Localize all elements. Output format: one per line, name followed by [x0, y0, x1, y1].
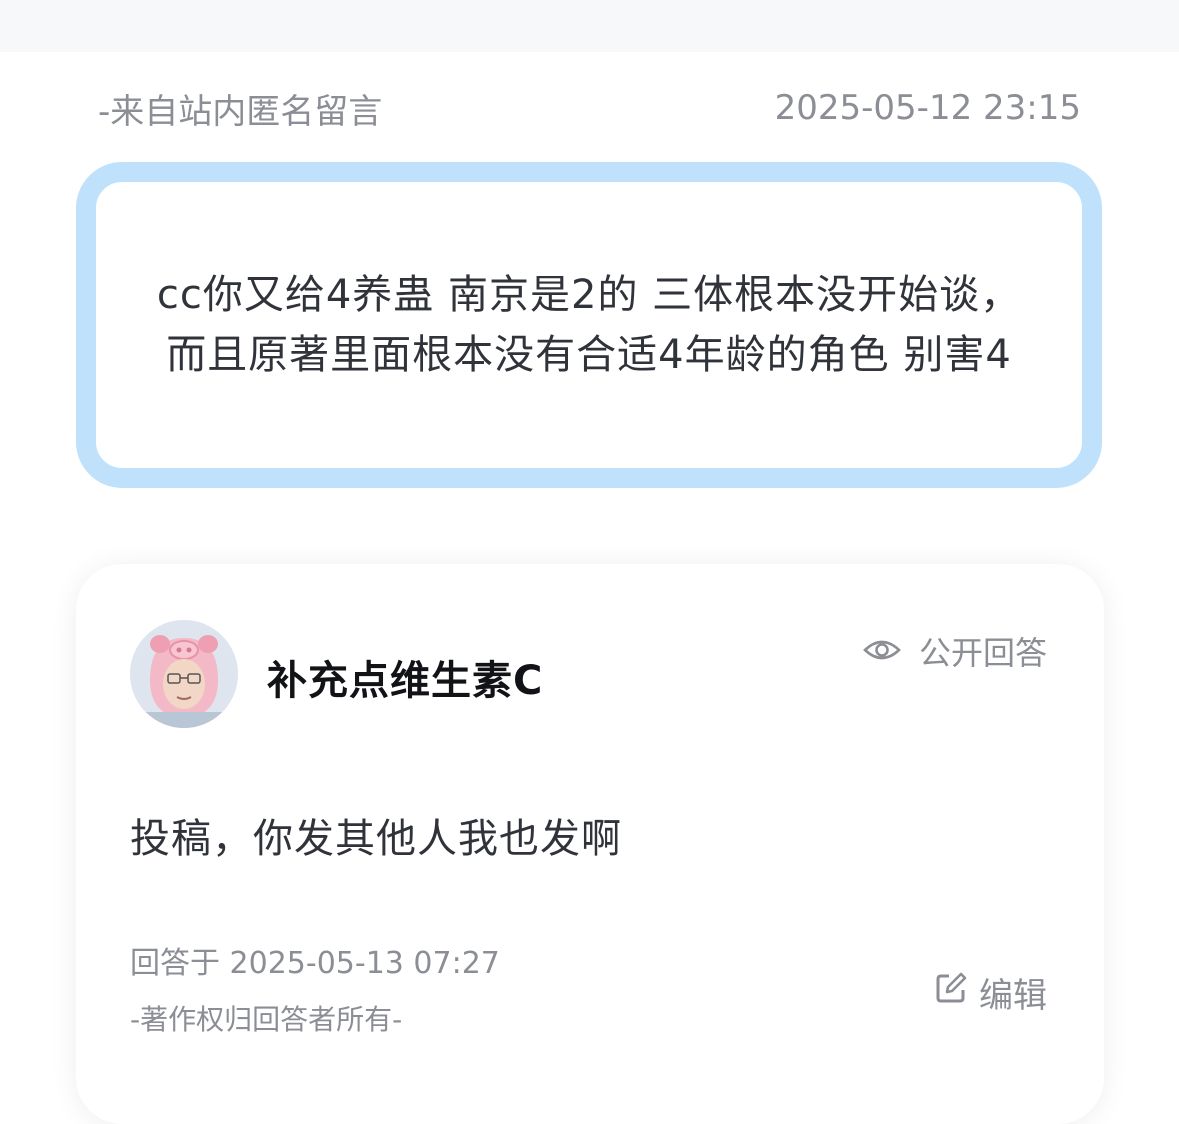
avatar[interactable]: [130, 620, 238, 728]
question-timestamp: 2025-05-12 23:15: [774, 88, 1081, 128]
avatar-image: [130, 620, 238, 728]
question-source: -来自站内匿名留言: [98, 91, 383, 132]
question-text: cc你又给4养蛊 南京是2的 三体根本没开始谈，而且原著里面根本没有合适4年龄的…: [156, 272, 1022, 378]
top-bar-background: [0, 0, 1179, 52]
answer-card: 补充点维生素C 公开回答 投稿，你发其他人我也发啊 回答于 2025-05-13…: [76, 564, 1104, 1124]
answerer-name[interactable]: 补充点维生素C: [267, 648, 543, 706]
answer-body: 投稿，你发其他人我也发啊: [130, 816, 622, 862]
answered-time: 回答于 2025-05-13 07:27: [130, 946, 500, 981]
copyright-note: -著作权归回答者所有-: [130, 1003, 403, 1036]
edit-icon: [935, 972, 967, 1013]
visibility-label: 公开回答: [918, 634, 1047, 672]
edit-button[interactable]: 编辑: [935, 968, 1047, 1017]
eye-icon: [863, 632, 901, 670]
edit-label: 编辑: [979, 976, 1047, 1016]
question-card: cc你又给4养蛊 南京是2的 三体根本没开始谈，而且原著里面根本没有合适4年龄的…: [76, 162, 1102, 488]
visibility-status: 公开回答: [863, 628, 1047, 674]
question-meta: -来自站内匿名留言 2025-05-12 23:15: [98, 84, 1081, 132]
